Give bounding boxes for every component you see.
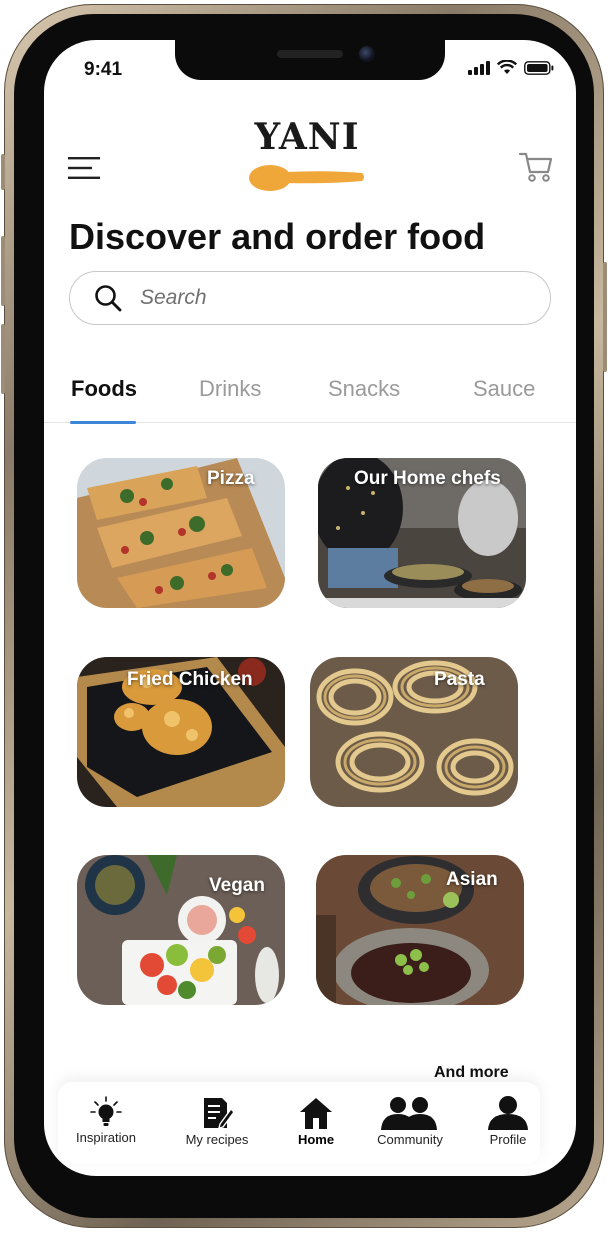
nav-profile[interactable]: Profile [480, 1096, 536, 1147]
power-button [603, 262, 607, 372]
volume-down-button [1, 324, 5, 394]
nav-home[interactable]: Home [290, 1096, 342, 1147]
hamburger-icon [68, 157, 100, 179]
app-logo: YANI [249, 116, 372, 196]
nav-label: Community [377, 1132, 443, 1147]
page-title: Discover and order food [69, 216, 486, 257]
nav-label: My recipes [185, 1132, 249, 1147]
speaker [277, 50, 343, 58]
category-tabs: Foods Drinks Snacks Sauce [44, 370, 576, 424]
card-label: Vegan [209, 875, 265, 896]
category-card-home-chefs[interactable]: Our Home chefs [318, 458, 526, 608]
nav-community[interactable]: Community [372, 1096, 448, 1147]
card-label: Pizza [207, 468, 255, 489]
logo-text: YANI [254, 116, 360, 158]
menu-button[interactable] [68, 154, 102, 182]
search-bar[interactable] [69, 271, 551, 325]
category-card-vegan[interactable]: Vegan [77, 855, 285, 1005]
recipe-note-icon [204, 1098, 234, 1129]
more-categories-link[interactable]: And more [434, 1064, 509, 1082]
nav-label: Profile [489, 1132, 527, 1147]
status-icons [468, 60, 554, 75]
cart-icon [518, 152, 553, 182]
tab-sauce[interactable]: Sauce [473, 376, 535, 402]
lightbulb-icon [90, 1096, 122, 1126]
tab-drinks[interactable]: Drinks [199, 376, 261, 402]
tab-foods[interactable]: Foods [71, 376, 137, 402]
volume-up-button [1, 236, 5, 306]
card-label: Fried Chicken [127, 669, 253, 690]
home-icon [300, 1098, 332, 1129]
category-card-fried-chicken[interactable]: Fried Chicken [77, 657, 285, 807]
search-icon [95, 285, 122, 312]
wifi-icon [497, 60, 517, 74]
nav-my-recipes[interactable]: My recipes [178, 1096, 256, 1147]
pasta-image [310, 657, 518, 807]
nav-label: Home [297, 1132, 335, 1147]
nav-label: Inspiration [76, 1130, 136, 1145]
spoon-icon [249, 165, 364, 191]
nav-inspiration[interactable]: Inspiration [72, 1096, 140, 1145]
card-label: Asian [446, 869, 498, 890]
tab-snacks[interactable]: Snacks [328, 376, 400, 402]
card-label: Our Home chefs [354, 468, 501, 489]
app-header: YANI [44, 110, 576, 200]
search-input[interactable] [138, 285, 502, 311]
community-icon [381, 1097, 437, 1130]
card-label: Pasta [434, 669, 485, 690]
mute-switch [1, 154, 5, 190]
category-card-pasta[interactable]: Pasta [310, 657, 518, 807]
category-card-pizza[interactable]: Pizza [77, 458, 285, 608]
category-card-asian[interactable]: Asian [316, 855, 524, 1005]
status-time: 9:41 [84, 59, 123, 80]
bottom-navigation: Inspiration My recipes Home Community Pr… [58, 1082, 540, 1164]
active-tab-indicator [70, 421, 136, 424]
battery-icon [524, 60, 554, 75]
front-camera [359, 46, 375, 62]
phone-frame: 9:41 YANI Discover and order food Search… [1, 4, 607, 1228]
signal-icon [468, 60, 490, 75]
notch [175, 40, 445, 80]
cart-button[interactable] [518, 150, 554, 184]
app-screen: 9:41 YANI Discover and order food Search… [44, 40, 576, 1176]
profile-icon [488, 1096, 528, 1130]
